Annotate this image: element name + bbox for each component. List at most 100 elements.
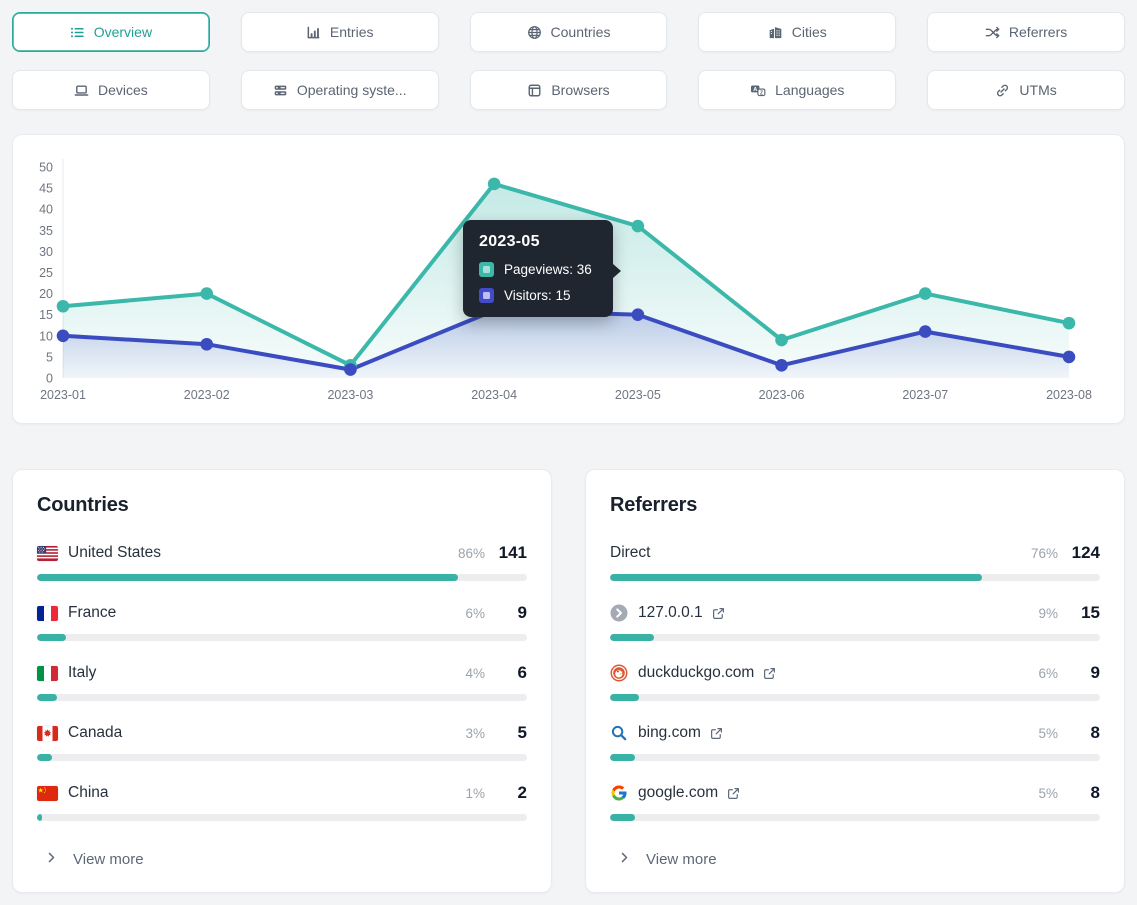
count-value: 8 xyxy=(1066,723,1100,743)
tab-utms[interactable]: UTMs xyxy=(927,70,1125,110)
tab-overview[interactable]: Overview xyxy=(12,12,210,52)
count-value: 9 xyxy=(493,603,527,623)
percentage-label: 6% xyxy=(439,606,485,621)
list-item: bing.com 5% 8 xyxy=(610,723,1100,761)
tooltip-series-entry: Pageviews: 36 xyxy=(479,262,597,277)
external-link-icon[interactable] xyxy=(712,607,725,620)
series-marker-icon xyxy=(479,288,494,303)
svg-text:50: 50 xyxy=(39,161,53,175)
list-icon xyxy=(70,25,85,40)
percentage-label: 6% xyxy=(1012,666,1058,681)
svg-text:15: 15 xyxy=(39,308,53,322)
svg-text:2023-05: 2023-05 xyxy=(615,388,661,402)
view-more-button[interactable]: View more xyxy=(37,843,144,876)
series-marker-icon xyxy=(479,262,494,277)
svg-text:2023-04: 2023-04 xyxy=(471,388,517,402)
external-link-icon[interactable] xyxy=(763,667,776,680)
tab-devices[interactable]: Devices xyxy=(12,70,210,110)
tab-bar: Overview Entries Countries Cities Referr… xyxy=(12,12,1125,110)
list-item: duckduckgo.com 6% 9 xyxy=(610,663,1100,701)
globe-icon xyxy=(527,25,542,40)
progress-bar xyxy=(37,814,527,821)
link-icon xyxy=(995,83,1010,98)
count-value: 5 xyxy=(493,723,527,743)
tab-entries[interactable]: Entries xyxy=(241,12,439,52)
external-link-icon[interactable] xyxy=(710,727,723,740)
duckduckgo-favicon xyxy=(610,664,628,682)
progress-bar xyxy=(610,634,1100,641)
referrers-card-title: Referrers xyxy=(610,494,1100,517)
svg-text:2023-06: 2023-06 xyxy=(759,388,805,402)
tab-countries[interactable]: Countries xyxy=(470,12,668,52)
svg-text:10: 10 xyxy=(39,329,53,343)
progress-bar xyxy=(610,574,1100,581)
percentage-label: 5% xyxy=(1012,726,1058,741)
progress-bar xyxy=(610,814,1100,821)
chevron-right-icon xyxy=(618,851,631,868)
list-item: China 1% 2 xyxy=(37,783,527,821)
svg-text:2023-03: 2023-03 xyxy=(327,388,373,402)
item-name: google.com xyxy=(638,784,718,802)
progress-bar xyxy=(37,694,527,701)
countries-card: Countries United States 86% 141 France 6… xyxy=(12,469,552,893)
percentage-label: 5% xyxy=(1012,786,1058,801)
count-value: 15 xyxy=(1066,603,1100,623)
item-name: China xyxy=(68,784,109,802)
progress-bar xyxy=(37,754,527,761)
referrers-card: Referrers Direct 76% 124 127.0.0.1 9% 15… xyxy=(585,469,1125,893)
view-more-label: View more xyxy=(646,851,717,868)
count-value: 6 xyxy=(493,663,527,683)
tooltip-series-entry: Visitors: 15 xyxy=(479,288,597,303)
tooltip-series-text: Pageviews: 36 xyxy=(504,262,592,277)
count-value: 141 xyxy=(493,543,527,563)
bing-favicon xyxy=(610,724,628,742)
tab-cities[interactable]: Cities xyxy=(698,12,896,52)
svg-text:Z: Z xyxy=(760,90,763,96)
view-more-button[interactable]: View more xyxy=(610,843,717,876)
shuffle-icon xyxy=(985,25,1000,40)
svg-text:35: 35 xyxy=(39,224,53,238)
default-favicon xyxy=(610,604,628,622)
item-name: France xyxy=(68,604,116,622)
buildings-icon xyxy=(768,25,783,40)
svg-text:20: 20 xyxy=(39,287,53,301)
progress-bar xyxy=(610,694,1100,701)
item-name: United States xyxy=(68,544,161,562)
svg-text:45: 45 xyxy=(39,182,53,196)
countries-card-title: Countries xyxy=(37,494,527,517)
percentage-label: 3% xyxy=(439,726,485,741)
list-item: google.com 5% 8 xyxy=(610,783,1100,821)
item-name: duckduckgo.com xyxy=(638,664,754,682)
list-item: France 6% 9 xyxy=(37,603,527,641)
tab-browsers[interactable]: Browsers xyxy=(470,70,668,110)
item-name: Italy xyxy=(68,664,96,682)
laptop-icon xyxy=(74,83,89,98)
svg-text:2023-01: 2023-01 xyxy=(40,388,86,402)
tab-operating-syste[interactable]: Operating syste... xyxy=(241,70,439,110)
tab-languages[interactable]: AZ Languages xyxy=(698,70,896,110)
list-item: Direct 76% 124 xyxy=(610,543,1100,581)
item-name: Canada xyxy=(68,724,122,742)
view-more-label: View more xyxy=(73,851,144,868)
progress-bar xyxy=(37,574,527,581)
percentage-label: 86% xyxy=(439,546,485,561)
list-item: Italy 4% 6 xyxy=(37,663,527,701)
svg-text:A: A xyxy=(753,86,757,92)
percentage-label: 1% xyxy=(439,786,485,801)
count-value: 8 xyxy=(1066,783,1100,803)
translate-icon: AZ xyxy=(750,83,766,98)
china-flag-icon xyxy=(37,786,58,801)
external-link-icon[interactable] xyxy=(727,787,740,800)
percentage-label: 9% xyxy=(1012,606,1058,621)
count-value: 2 xyxy=(493,783,527,803)
svg-text:2023-07: 2023-07 xyxy=(902,388,948,402)
progress-bar xyxy=(37,634,527,641)
tab-referrers[interactable]: Referrers xyxy=(927,12,1125,52)
france-flag-icon xyxy=(37,606,58,621)
percentage-label: 76% xyxy=(1012,546,1058,561)
svg-text:25: 25 xyxy=(39,266,53,280)
list-item: 127.0.0.1 9% 15 xyxy=(610,603,1100,641)
count-value: 124 xyxy=(1066,543,1100,563)
count-value: 9 xyxy=(1066,663,1100,683)
svg-text:5: 5 xyxy=(46,350,53,364)
